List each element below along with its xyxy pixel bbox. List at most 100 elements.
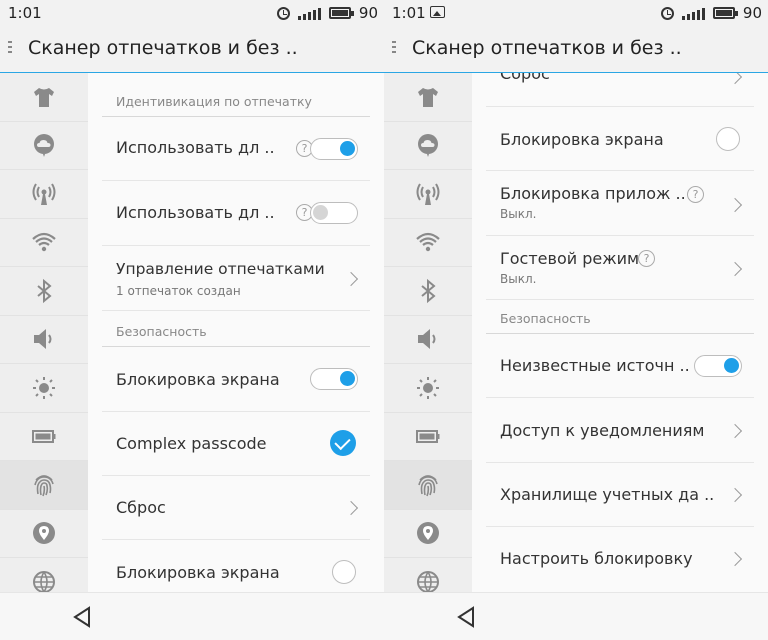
row-screen-lock-2[interactable]: Блокировка экрана	[102, 540, 370, 593]
rail-item-wifi[interactable]	[384, 219, 472, 267]
rail-item-account[interactable]	[384, 122, 472, 170]
row-credential-storage[interactable]: Хранилище учетных да ..	[486, 463, 754, 527]
section-header-fingerprint: Идентивикация по отпечатку	[102, 73, 370, 117]
row-reset[interactable]: Сброс	[486, 73, 754, 107]
rail-item-sound[interactable]	[0, 316, 88, 364]
rail-item-sound[interactable]	[384, 316, 472, 364]
rail-item-personalize[interactable]	[384, 73, 472, 122]
row-screen-lock[interactable]: Блокировка экрана	[102, 347, 370, 412]
rail-item-hotspot[interactable]	[0, 170, 88, 219]
menu-icon[interactable]	[8, 41, 12, 56]
chevron-right-icon	[727, 423, 743, 439]
brightness-icon	[417, 376, 439, 399]
hotspot-icon	[416, 183, 440, 205]
row-app-lock[interactable]: Блокировка прилож .. ? Выкл.	[486, 171, 754, 236]
rail-item-wifi[interactable]	[0, 219, 88, 267]
row-guest-mode[interactable]: Гостевой режим ? Выкл.	[486, 236, 754, 300]
sound-icon	[34, 329, 52, 350]
rail-item-display[interactable]	[384, 364, 472, 413]
rail-item-hotspot[interactable]	[384, 170, 472, 219]
help-icon[interactable]: ?	[638, 250, 655, 267]
row-use-fingerprint-2[interactable]: Использовать дл .. ?	[102, 181, 370, 246]
toggle-switch[interactable]	[310, 368, 358, 390]
rail-item-fingerprint[interactable]	[384, 461, 472, 510]
row-reset[interactable]: Сброс	[102, 476, 370, 540]
chevron-right-icon	[727, 261, 743, 277]
image-notification-icon	[430, 6, 445, 18]
battery-level: 90	[742, 4, 762, 22]
radio-button[interactable]	[332, 560, 356, 584]
globe-icon	[33, 570, 55, 594]
row-notification-access[interactable]: Доступ к уведомлениям	[486, 398, 754, 463]
bluetooth-icon	[421, 278, 436, 303]
row-manage-fingerprints[interactable]: Управление отпечатками 1 отпечаток созда…	[102, 246, 370, 311]
row-label: Гостевой режим	[500, 249, 640, 268]
row-label: Блокировка экрана	[116, 563, 280, 582]
chevron-right-icon	[727, 551, 743, 567]
battery-status-icon	[712, 7, 738, 19]
radio-button[interactable]	[716, 127, 740, 151]
row-label: Complex passcode	[116, 434, 267, 453]
fingerprint-icon	[34, 474, 54, 497]
rail-item-bluetooth[interactable]	[384, 267, 472, 316]
row-label: Использовать дл ..	[116, 203, 275, 222]
section-title: Безопасность	[500, 311, 591, 326]
checked-icon[interactable]	[330, 430, 356, 456]
chevron-right-icon	[343, 500, 359, 516]
rail-item-account[interactable]	[0, 122, 88, 170]
toggle-switch[interactable]	[694, 355, 742, 377]
row-label: Блокировка экрана	[116, 370, 280, 389]
battery-status-icon	[328, 7, 354, 19]
fingerprint-icon	[418, 474, 438, 497]
menu-icon[interactable]	[392, 41, 396, 56]
row-use-fingerprint-1[interactable]: Использовать дл .. ?	[102, 117, 370, 181]
alarm-icon	[276, 6, 290, 20]
settings-category-rail	[384, 73, 473, 607]
app-bar: Сканер отпечатков и без ..	[384, 26, 768, 73]
clock: 1:01	[392, 4, 426, 22]
section-title: Идентивикация по отпечатку	[116, 94, 312, 109]
row-label: Блокировка экрана	[500, 130, 664, 149]
rail-item-bluetooth[interactable]	[0, 267, 88, 316]
chevron-right-icon	[727, 73, 743, 85]
rail-item-location[interactable]	[384, 510, 472, 558]
help-icon[interactable]: ?	[687, 186, 704, 203]
row-label: Блокировка прилож ..	[500, 184, 686, 203]
row-sublabel: Выкл.	[500, 272, 537, 286]
rail-item-battery[interactable]	[0, 413, 88, 461]
nav-bar	[384, 592, 768, 640]
brightness-icon	[33, 376, 55, 399]
row-label: Настроить блокировку	[500, 549, 693, 568]
toggle-switch[interactable]	[310, 138, 358, 160]
wifi-icon	[416, 233, 440, 252]
page-title: Сканер отпечатков и без ..	[28, 37, 298, 59]
row-label: Сброс	[116, 498, 166, 517]
rail-item-display[interactable]	[0, 364, 88, 413]
toggle-switch[interactable]	[310, 202, 358, 224]
alarm-icon	[660, 6, 674, 20]
rail-item-fingerprint[interactable]	[0, 461, 88, 510]
chevron-right-icon	[343, 271, 359, 287]
row-label: Сброс	[500, 73, 550, 83]
rail-item-location[interactable]	[0, 510, 88, 558]
row-configure-lock[interactable]: Настроить блокировку	[486, 527, 754, 591]
row-complex-passcode[interactable]: Complex passcode	[102, 412, 370, 476]
bluetooth-icon	[37, 278, 52, 303]
signal-icon	[681, 7, 705, 20]
section-header-security: Безопасность	[486, 300, 754, 334]
battery-icon	[416, 430, 440, 444]
right-screen: 1:01 90 Сканер отпечатков и без .. Сброс	[384, 0, 768, 640]
row-screen-lock[interactable]: Блокировка экрана	[486, 107, 754, 171]
settings-list: Идентивикация по отпечатку Использовать …	[88, 73, 384, 593]
row-label: Использовать дл ..	[116, 138, 275, 157]
globe-icon	[417, 570, 439, 594]
rail-item-battery[interactable]	[384, 413, 472, 461]
section-title: Безопасность	[116, 324, 207, 339]
rail-item-personalize[interactable]	[0, 73, 88, 122]
left-screen: 1:01 90 Сканер отпечатков и без .. Идент…	[0, 0, 384, 640]
row-unknown-sources[interactable]: Неизвестные источн ..	[486, 334, 754, 398]
settings-list: Сброс Блокировка экрана Блокировка прило…	[472, 73, 768, 593]
status-bar: 1:01 90	[0, 0, 384, 26]
chevron-right-icon	[727, 197, 743, 213]
signal-icon	[297, 7, 321, 20]
